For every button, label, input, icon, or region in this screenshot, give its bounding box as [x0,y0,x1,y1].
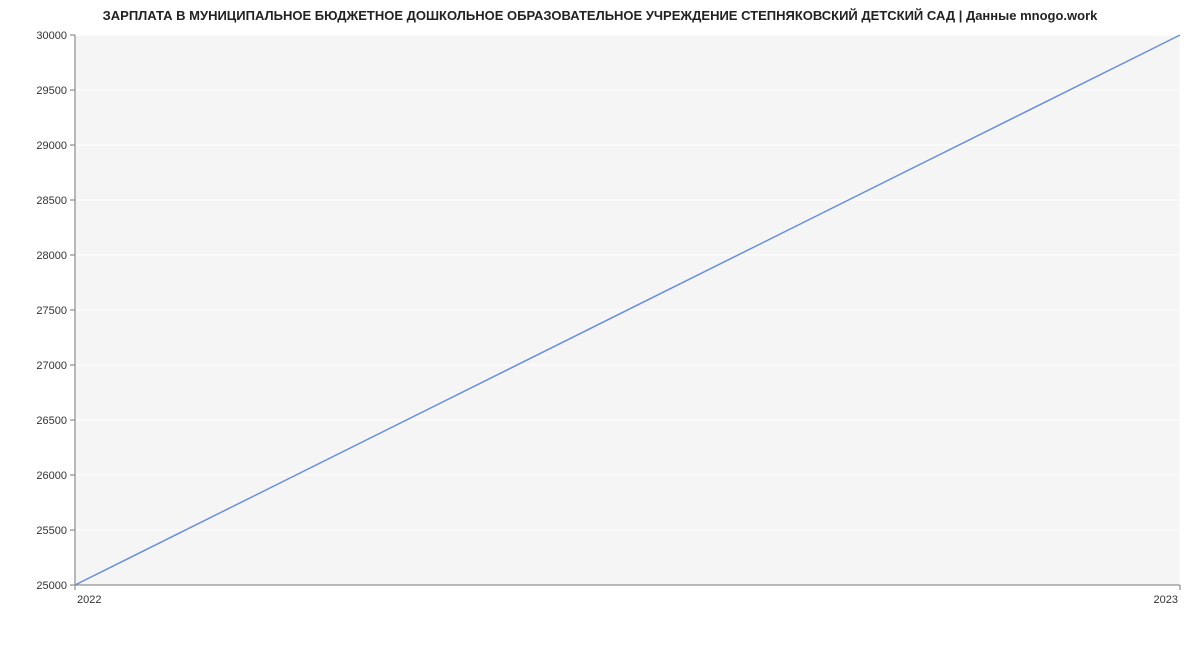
x-tick-label: 2023 [1154,594,1178,606]
chart-svg: 25000 25500 26000 26500 27000 27500 28000 28500… [0,0,1200,650]
chart-container: ЗАРПЛАТА В МУНИЦИПАЛЬНОЕ БЮДЖЕТНОЕ ДОШКО… [0,0,1200,650]
y-tick-label: 29000 [36,140,67,152]
y-tick-label: 28500 [36,195,67,207]
y-tick-label: 27000 [36,360,67,372]
y-tick-label: 28000 [36,250,67,262]
y-tick-label: 26500 [36,415,67,427]
y-tick-label: 26000 [36,470,67,482]
y-tick-label: 25000 [36,580,67,592]
y-tick-label: 30000 [36,30,67,42]
y-tick-label: 29500 [36,85,67,97]
y-tick-label: 27500 [36,305,67,317]
y-tick-label: 25500 [36,525,67,537]
x-tick-label: 2022 [77,594,101,606]
